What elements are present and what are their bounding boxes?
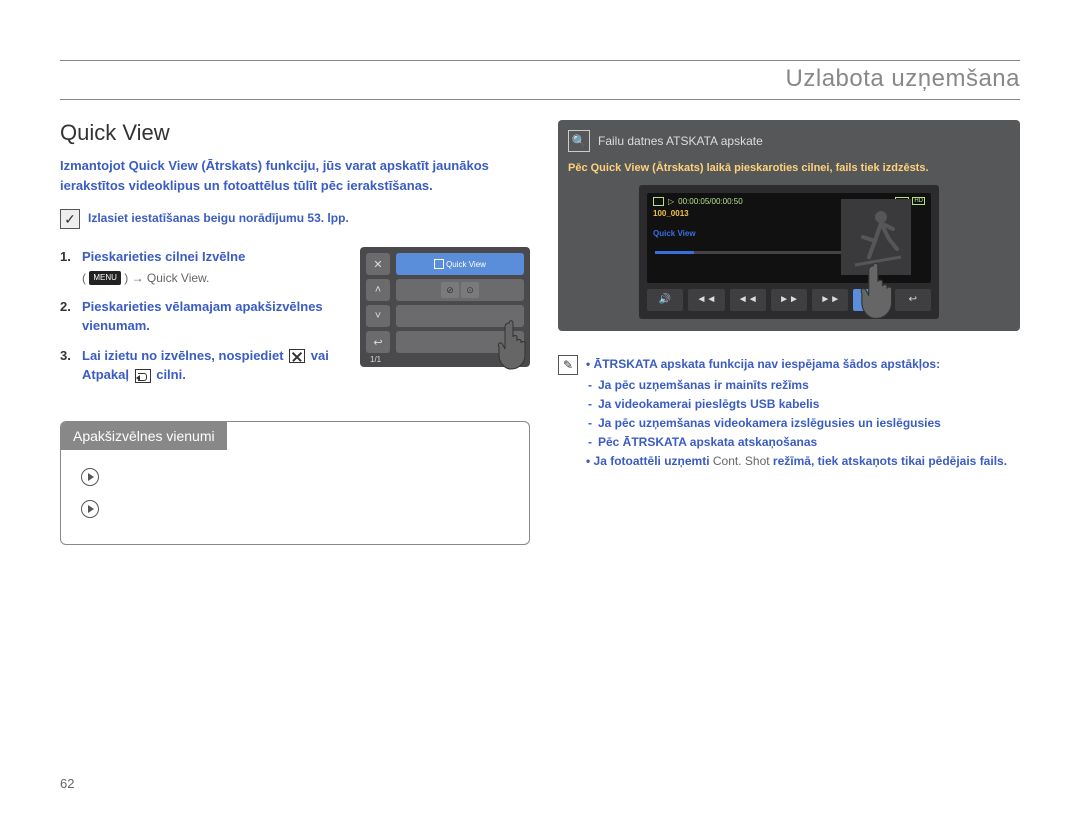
header-rule bbox=[60, 99, 1020, 100]
submenu-desc-1 bbox=[109, 462, 513, 492]
steps-list: Pieskarieties cilnei Izvēlne ( MENU ) → … bbox=[60, 247, 352, 395]
volume-button[interactable]: 🔊 bbox=[647, 289, 683, 311]
note-icon: ✎ bbox=[558, 355, 578, 375]
storage-icon bbox=[653, 197, 664, 206]
menu-pill: MENU bbox=[89, 271, 121, 285]
manual-page: Uzlabota uzņemšana Quick View Izmantojot… bbox=[0, 0, 1080, 827]
list-item: Pēc ĀTRSKATA apskata atskaņošanas bbox=[586, 433, 1007, 452]
file-label: 100_0013 bbox=[653, 209, 689, 218]
intro-text: Izmantojot Quick View (Ātrskats) funkcij… bbox=[60, 156, 530, 195]
quickview-label: Quick View bbox=[653, 229, 696, 238]
note-body: • ĀTRSKATA apskata funkcija nav iespējam… bbox=[586, 355, 1007, 472]
play-state-icon: ▷ bbox=[668, 197, 674, 206]
forward-button[interactable]: ►► bbox=[771, 289, 807, 311]
close-icon bbox=[289, 349, 305, 363]
right-column: 🔍 Failu datnes ATSKATA apskate Pēc Quick… bbox=[558, 120, 1020, 545]
play-icon bbox=[81, 500, 99, 518]
magnify-icon: 🔍 bbox=[568, 130, 590, 152]
touch-hand-icon bbox=[849, 259, 909, 323]
rewind-button[interactable]: ◄◄ bbox=[730, 289, 766, 311]
back-icon bbox=[135, 369, 151, 383]
next-button[interactable]: ►► bbox=[812, 289, 848, 311]
note-line-2: • Ja fotoattēli uzņemti Cont. Shot režīm… bbox=[586, 452, 1007, 471]
step-2: Pieskarieties vēlamajam apakšizvēlnes vi… bbox=[60, 297, 352, 336]
left-column: Quick View Izmantojot Quick View (Ātrska… bbox=[60, 120, 530, 545]
table-row bbox=[77, 494, 513, 524]
device-header: 🔍 Failu datnes ATSKATA apskate bbox=[566, 128, 1012, 160]
page-number: 62 bbox=[60, 776, 74, 791]
video-player: ▷ 00:00:05/00:00:50 HD 100_0013 Quick Vi… bbox=[639, 185, 939, 319]
list-item: Ja videokamerai pieslēgts USB kabelis bbox=[586, 395, 1007, 414]
columns: Quick View Izmantojot Quick View (Ātrska… bbox=[60, 120, 1020, 545]
top-rule bbox=[60, 60, 1020, 61]
table-row bbox=[77, 462, 513, 492]
time-counter: 00:00:05/00:00:50 bbox=[678, 197, 743, 206]
progress-bar[interactable] bbox=[655, 251, 871, 254]
menu-pager: 1/1 bbox=[370, 355, 381, 364]
steps-row: Pieskarieties cilnei Izvēlne ( MENU ) → … bbox=[60, 247, 530, 395]
submenu-header: Apakšizvēlnes vienumi bbox=[61, 422, 227, 450]
step-1-text: Pieskarieties cilnei Izvēlne bbox=[82, 249, 245, 264]
device-subtitle: Pēc Quick View (Ātrskats) laikā pieskaro… bbox=[566, 160, 1012, 185]
option-icon-a: ⊘ bbox=[441, 282, 459, 298]
touch-hand-icon bbox=[488, 317, 540, 373]
step-3: Lai izietu no izvēlnes, nospiediet vai A… bbox=[60, 346, 352, 385]
list-item: Ja pēc uzņemšanas ir mainīts režīms bbox=[586, 376, 1007, 395]
menu-close-button[interactable]: ✕ bbox=[366, 253, 390, 275]
check-note-text: Izlasiet iestatīšanas beigu norādījumu 5… bbox=[88, 209, 349, 225]
prev-button[interactable]: ◄◄ bbox=[688, 289, 724, 311]
device-panel: 🔍 Failu datnes ATSKATA apskate Pēc Quick… bbox=[558, 120, 1020, 331]
section-header: Uzlabota uzņemšana bbox=[60, 65, 1020, 93]
submenu-body bbox=[61, 450, 529, 544]
check-note: ✓ Izlasiet iestatīšanas beigu norādījumu… bbox=[60, 209, 530, 229]
step-1: Pieskarieties cilnei Izvēlne ( MENU ) → … bbox=[60, 247, 352, 287]
page-title: Quick View bbox=[60, 120, 530, 146]
camera-icon bbox=[434, 259, 444, 269]
submenu-box: Apakšizvēlnes vienumi bbox=[60, 421, 530, 545]
play-icon bbox=[81, 468, 99, 486]
submenu-table bbox=[75, 460, 515, 526]
menu-down-button[interactable]: ˅ bbox=[366, 305, 390, 327]
menu-item-quickview[interactable]: Quick View bbox=[396, 253, 524, 275]
menu-row-2[interactable]: ⊘ ⊙ bbox=[396, 279, 524, 301]
check-icon: ✓ bbox=[60, 209, 80, 229]
note-bullets: Ja pēc uzņemšanas ir mainīts režīms Ja v… bbox=[586, 376, 1007, 453]
step-1-sub: ( MENU ) → Quick View. bbox=[82, 269, 352, 287]
menu-up-button[interactable]: ˄ bbox=[366, 279, 390, 301]
hd-icon: HD bbox=[912, 197, 925, 205]
device-title: Failu datnes ATSKATA apskate bbox=[598, 134, 763, 148]
note-box: ✎ • ĀTRSKATA apskata funkcija nav iespēj… bbox=[558, 355, 1020, 472]
option-icon-b: ⊙ bbox=[461, 282, 479, 298]
submenu-desc-2 bbox=[109, 494, 513, 524]
step-2-text: Pieskarieties vēlamajam apakšizvēlnes vi… bbox=[82, 299, 323, 334]
note-line-1: • ĀTRSKATA apskata funkcija nav iespējam… bbox=[586, 355, 1007, 374]
menu-return-button[interactable]: ↩ bbox=[366, 331, 390, 353]
settings-menu-panel: ✕ Quick View ˄ ⊘ ⊙ ˅ bbox=[360, 247, 530, 367]
list-item: Ja pēc uzņemšanas videokamera izslēgusie… bbox=[586, 414, 1007, 433]
